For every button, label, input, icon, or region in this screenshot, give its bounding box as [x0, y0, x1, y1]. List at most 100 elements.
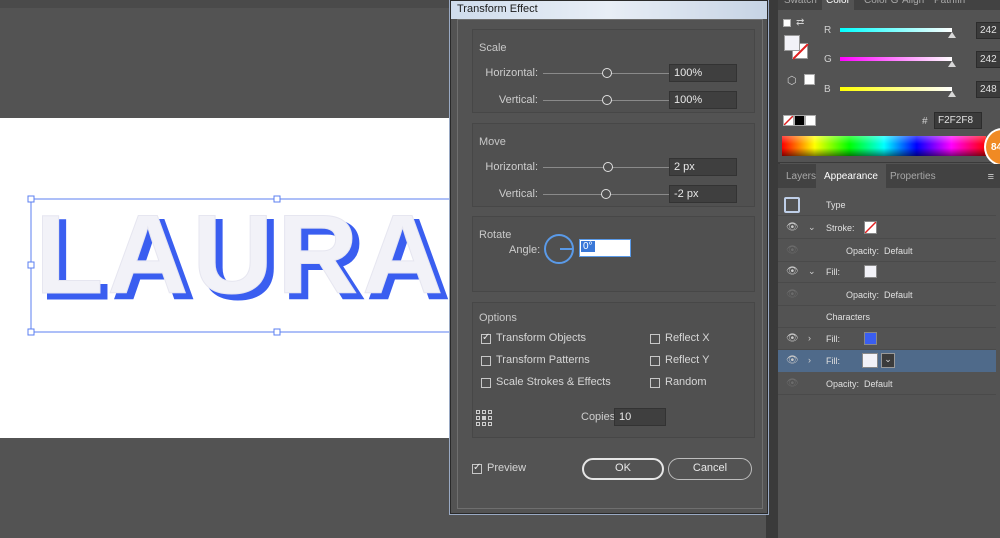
slider-b[interactable]: B 248 [822, 81, 1000, 101]
copies-input[interactable]: 10 [614, 408, 666, 426]
eye-icon[interactable]: 👁 [786, 245, 799, 256]
eye-icon[interactable]: 👁 [786, 378, 799, 389]
eye-icon[interactable]: 👁 [786, 289, 799, 300]
tab-pathfinder[interactable]: Pathfin [934, 0, 965, 10]
tab-swatches[interactable]: Swatch [784, 0, 817, 10]
opacity-label[interactable]: Opacity: [846, 246, 879, 256]
checkbox-box[interactable] [650, 356, 660, 366]
appearance-row-fill-selected[interactable]: 👁 › Fill: ⌄ [778, 350, 996, 372]
panel-menu-icon[interactable]: ≡ [988, 171, 994, 183]
preview-label[interactable]: Preview [487, 462, 526, 474]
tab-appearance[interactable]: Appearance [816, 164, 886, 188]
transform-objects-label[interactable]: Transform Objects [496, 332, 586, 344]
slider-g[interactable]: G 242 [822, 51, 1000, 71]
white-swatch[interactable] [805, 115, 816, 126]
fill-label[interactable]: Fill: [826, 356, 840, 366]
scale-horizontal-label: Horizontal: [485, 67, 538, 79]
tab-color-guide[interactable]: Color G [864, 0, 898, 10]
fill-swatch-blue[interactable] [864, 332, 877, 345]
scale-strokes-label[interactable]: Scale Strokes & Effects [496, 376, 611, 388]
random-label[interactable]: Random [665, 376, 707, 388]
appearance-row-stroke[interactable]: 👁 ⌄ Stroke: [778, 217, 996, 239]
move-vertical-input[interactable]: -2 px [669, 185, 737, 203]
swap-colors-icon[interactable]: ⇄ [796, 17, 804, 28]
out-of-gamut-icon[interactable]: ⬡ [787, 74, 797, 87]
checkbox-box[interactable] [481, 378, 491, 388]
fill-swatch[interactable] [864, 265, 877, 278]
eye-icon[interactable]: 👁 [786, 333, 799, 344]
opacity-label[interactable]: Opacity: [846, 290, 879, 300]
eye-icon[interactable]: 👁 [786, 222, 799, 233]
slider-thumb[interactable] [601, 189, 611, 199]
scale-vertical-label: Vertical: [498, 94, 538, 106]
stroke-label[interactable]: Stroke: [826, 223, 855, 233]
checkbox-box[interactable] [481, 332, 491, 344]
appearance-row-opacity[interactable]: 👁 Opacity: Default [778, 240, 996, 262]
slider-thumb[interactable] [948, 61, 956, 67]
chevron-down-icon[interactable]: ⌄ [808, 266, 816, 277]
appearance-row-fill[interactable]: 👁 ⌄ Fill: [778, 261, 996, 283]
angle-label: Angle: [509, 244, 541, 256]
web-safe-swatch[interactable] [804, 74, 815, 85]
cancel-button[interactable]: Cancel [668, 458, 752, 480]
scale-vertical-input[interactable]: 100% [669, 91, 737, 109]
eye-icon[interactable]: 👁 [786, 355, 799, 366]
reflect-y-label[interactable]: Reflect Y [665, 354, 709, 366]
fill-swatch[interactable] [784, 35, 800, 51]
chevron-right-icon[interactable]: › [808, 355, 811, 365]
slider-thumb[interactable] [602, 68, 612, 78]
eye-icon[interactable]: 👁 [786, 266, 799, 277]
characters-label[interactable]: Characters [826, 312, 870, 322]
slider-thumb[interactable] [602, 95, 612, 105]
appearance-row-fill[interactable]: 👁 › Fill: [778, 328, 996, 350]
checkbox-box[interactable] [481, 356, 491, 366]
canvas-pasteboard-top [0, 0, 452, 112]
black-swatch[interactable] [794, 115, 805, 126]
tab-properties[interactable]: Properties [882, 164, 944, 188]
scale-horizontal-input[interactable]: 100% [669, 64, 737, 82]
appearance-row-type[interactable]: Type [778, 194, 996, 216]
tab-color[interactable]: Color [822, 0, 854, 10]
ok-button[interactable]: OK [582, 458, 664, 480]
move-horizontal-input[interactable]: 2 px [669, 158, 737, 176]
transform-patterns-label[interactable]: Transform Patterns [496, 354, 590, 366]
appearance-row-characters[interactable]: Characters [778, 306, 996, 328]
fill-label[interactable]: Fill: [826, 267, 840, 277]
tab-align[interactable]: Align [902, 0, 924, 10]
color-spectrum[interactable] [782, 136, 986, 156]
checkbox-box[interactable] [650, 378, 660, 388]
fill-swatch-white[interactable] [862, 353, 878, 368]
row-separator [778, 215, 996, 216]
checkbox-box[interactable] [650, 334, 660, 344]
none-swatch[interactable] [783, 115, 794, 126]
opacity-label[interactable]: Opacity: [826, 379, 859, 389]
stroke-none-swatch[interactable] [864, 221, 877, 234]
fill-stroke-widget[interactable]: ⇄ [782, 17, 812, 67]
appearance-row-opacity[interactable]: 👁 Opacity: Default [778, 373, 996, 395]
slider-track[interactable] [840, 87, 952, 91]
slider-thumb[interactable] [948, 32, 956, 38]
fill-label[interactable]: Fill: [826, 334, 840, 344]
options-title: Options [479, 312, 517, 324]
reflect-x-label[interactable]: Reflect X [665, 332, 710, 344]
angle-dial[interactable] [544, 234, 574, 264]
angle-input[interactable]: 0° [579, 239, 631, 257]
slider-track[interactable] [840, 57, 952, 61]
value-field[interactable]: 242 [976, 51, 1000, 68]
value-field[interactable]: 242 [976, 22, 1000, 39]
appearance-row-opacity[interactable]: 👁 Opacity: Default [778, 284, 996, 306]
hex-input[interactable]: F2F2F8 [934, 112, 982, 129]
dialog-titlebar[interactable]: Transform Effect [451, 1, 767, 19]
slider-thumb[interactable] [603, 162, 613, 172]
chevron-down-icon[interactable]: ⌄ [881, 353, 895, 368]
chevron-down-icon[interactable]: ⌄ [808, 222, 816, 233]
laura-artwork[interactable]: LAURA LAURA [0, 190, 452, 340]
default-colors-icon[interactable] [783, 19, 791, 27]
slider-thumb[interactable] [948, 91, 956, 97]
reference-point-icon[interactable] [476, 410, 493, 427]
slider-track[interactable] [840, 28, 952, 32]
slider-r[interactable]: R 242 [822, 22, 1000, 42]
chevron-right-icon[interactable]: › [808, 333, 811, 343]
value-field[interactable]: 248 [976, 81, 1000, 98]
checkbox-box[interactable] [472, 462, 482, 474]
